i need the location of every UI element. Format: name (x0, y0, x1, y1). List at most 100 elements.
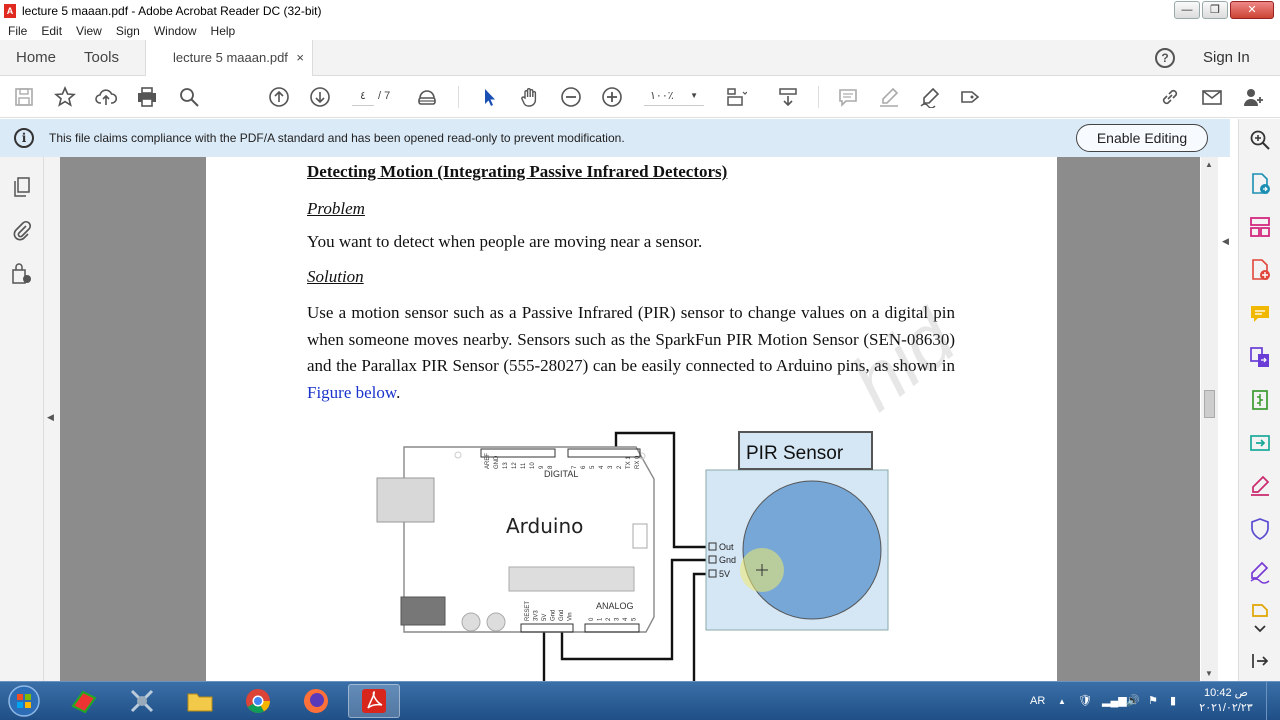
chevron-down-icon[interactable] (1248, 617, 1272, 641)
battery-icon[interactable]: ▮ (1170, 682, 1176, 720)
minimize-button[interactable]: — (1174, 1, 1200, 19)
collapse-left-pane-icon[interactable]: ◀ (47, 412, 54, 423)
wiring-diagram: DIGITAL Arduino ANALOG PIR Sensor Out Gn… (376, 431, 889, 681)
page-thumbnails-icon[interactable] (11, 176, 33, 198)
star-icon[interactable] (53, 85, 77, 109)
maximize-button[interactable]: ❐ (1202, 1, 1228, 19)
zoom-level-value: ١٠٠٪ (650, 90, 674, 102)
page-layout-icon[interactable] (724, 85, 748, 109)
arduino-label: Arduino (506, 514, 583, 538)
collapse-right-pane-icon[interactable]: ◀ (1222, 236, 1229, 247)
windows-taskbar: AR ▲ 🛡 ▂▄▆ 🔊 ⚑ ▮ 10:42 ص ٢٠٢١/٠٢/٢٣ (0, 681, 1280, 720)
help-icon[interactable]: ? (1155, 48, 1175, 68)
power-pin-label: 5V (542, 614, 548, 621)
taskbar-file-explorer-icon[interactable] (174, 684, 226, 718)
menu-sign[interactable]: Sign (116, 24, 140, 38)
digital-pin-label: AREF (485, 453, 491, 469)
sign-pen-icon[interactable] (918, 85, 942, 109)
hand-tool-icon[interactable] (518, 85, 542, 109)
menu-edit[interactable]: Edit (41, 24, 62, 38)
sign-in-button[interactable]: Sign In (1203, 40, 1250, 76)
taskbar-app-network[interactable] (116, 684, 168, 718)
tab-home[interactable]: Home (16, 40, 56, 76)
zoom-out-icon[interactable] (559, 85, 583, 109)
tray-shield-icon[interactable]: 🛡 (1078, 682, 1092, 720)
menu-file[interactable]: File (8, 24, 27, 38)
taskbar-app-tool[interactable] (58, 684, 110, 718)
language-indicator[interactable]: AR (1030, 682, 1045, 720)
next-page-icon[interactable] (308, 85, 332, 109)
fill-sign-icon[interactable] (1248, 474, 1272, 498)
volume-icon[interactable]: 🔊 (1126, 682, 1140, 720)
problem-text: You want to detect when people are movin… (307, 232, 703, 251)
scroll-down-icon[interactable]: ▼ (1205, 669, 1213, 678)
start-button[interactable] (4, 684, 44, 718)
power-jack (400, 596, 446, 626)
combine-files-icon[interactable] (1248, 345, 1272, 369)
tab-document[interactable]: lecture 5 maaan.pdf × (145, 40, 313, 77)
close-tab-icon[interactable]: × (296, 40, 304, 76)
section-heading: Detecting Motion (Integrating Passive In… (307, 162, 728, 181)
system-clock[interactable]: 10:42 ص ٢٠٢١/٠٢/٢٣ (1196, 686, 1256, 716)
page-total: / 7 (378, 90, 391, 102)
menu-window[interactable]: Window (154, 24, 197, 38)
enable-editing-button[interactable]: Enable Editing (1076, 124, 1208, 152)
digital-pin-label: 13 (503, 462, 509, 469)
search-icon[interactable] (177, 85, 201, 109)
highlight-pen-icon[interactable] (877, 85, 901, 109)
create-pdf-icon[interactable] (1248, 258, 1272, 282)
send-for-review-icon[interactable] (1248, 431, 1272, 455)
power-pin-label: RESET (525, 601, 531, 621)
menu-help[interactable]: Help (211, 24, 236, 38)
compress-pdf-icon[interactable] (1248, 388, 1272, 412)
digital-label: DIGITAL (544, 469, 578, 479)
export-pdf-icon[interactable] (1248, 172, 1272, 196)
protect-shield-icon[interactable] (1248, 517, 1272, 541)
vertical-scrollbar[interactable]: ▲ ▼ (1201, 157, 1218, 681)
show-desktop-button[interactable] (1266, 682, 1280, 720)
scroll-thumb[interactable] (1204, 390, 1215, 418)
comment-tool-icon[interactable] (1248, 302, 1272, 326)
previous-page-icon[interactable] (267, 85, 291, 109)
problem-label: Problem (307, 199, 365, 218)
scroll-up-icon[interactable]: ▲ (1205, 160, 1213, 169)
page-number-input[interactable]: ٤ (352, 86, 374, 106)
taskbar-acrobat-icon[interactable] (348, 684, 400, 718)
stamp-tag-icon[interactable] (958, 85, 982, 109)
taskbar-chrome-icon[interactable] (232, 684, 284, 718)
attachments-paperclip-icon[interactable] (11, 219, 33, 241)
select-arrow-icon[interactable] (477, 85, 501, 109)
print-icon[interactable] (135, 85, 159, 109)
add-user-icon[interactable] (1241, 85, 1265, 109)
zoom-level-select[interactable]: ١٠٠٪ ▼ (644, 86, 704, 106)
organize-pages-icon[interactable] (1248, 215, 1272, 239)
show-hidden-icons-icon[interactable]: ▲ (1058, 682, 1066, 720)
digital-pin-label: GND (494, 455, 500, 469)
network-signal-icon[interactable]: ▂▄▆ (1102, 682, 1127, 720)
tab-tools[interactable]: Tools (84, 40, 119, 76)
taskbar-firefox-icon[interactable] (290, 684, 342, 718)
close-window-button[interactable]: ✕ (1230, 1, 1274, 19)
upload-cloud-icon[interactable] (94, 85, 118, 109)
pdf-page: Detecting Motion (Integrating Passive In… (206, 157, 1057, 681)
power-pin-label: Gnd (551, 610, 557, 621)
scroll-mode-icon[interactable] (776, 85, 800, 109)
edit-signature-icon[interactable] (1248, 560, 1272, 584)
read-mode-icon[interactable] (415, 85, 439, 109)
share-link-icon[interactable] (1158, 85, 1182, 109)
save-icon[interactable] (12, 85, 36, 109)
toolbar: ٤ / 7 ١٠٠٪ ▼ (0, 76, 1280, 118)
zoom-in-icon[interactable] (600, 85, 624, 109)
capacitor (486, 612, 506, 632)
usb-port (376, 477, 435, 523)
zoom-search-icon[interactable] (1248, 128, 1272, 152)
capacitor (461, 612, 481, 632)
collapse-pane-icon[interactable] (1248, 649, 1272, 673)
figure-link[interactable]: Figure below (307, 383, 396, 402)
signatures-lock-icon[interactable] (11, 263, 33, 285)
pin-out-label: Out (719, 542, 734, 552)
action-center-icon[interactable]: ⚑ (1148, 682, 1158, 720)
comment-icon[interactable] (836, 85, 860, 109)
menu-view[interactable]: View (76, 24, 102, 38)
email-icon[interactable] (1200, 85, 1224, 109)
